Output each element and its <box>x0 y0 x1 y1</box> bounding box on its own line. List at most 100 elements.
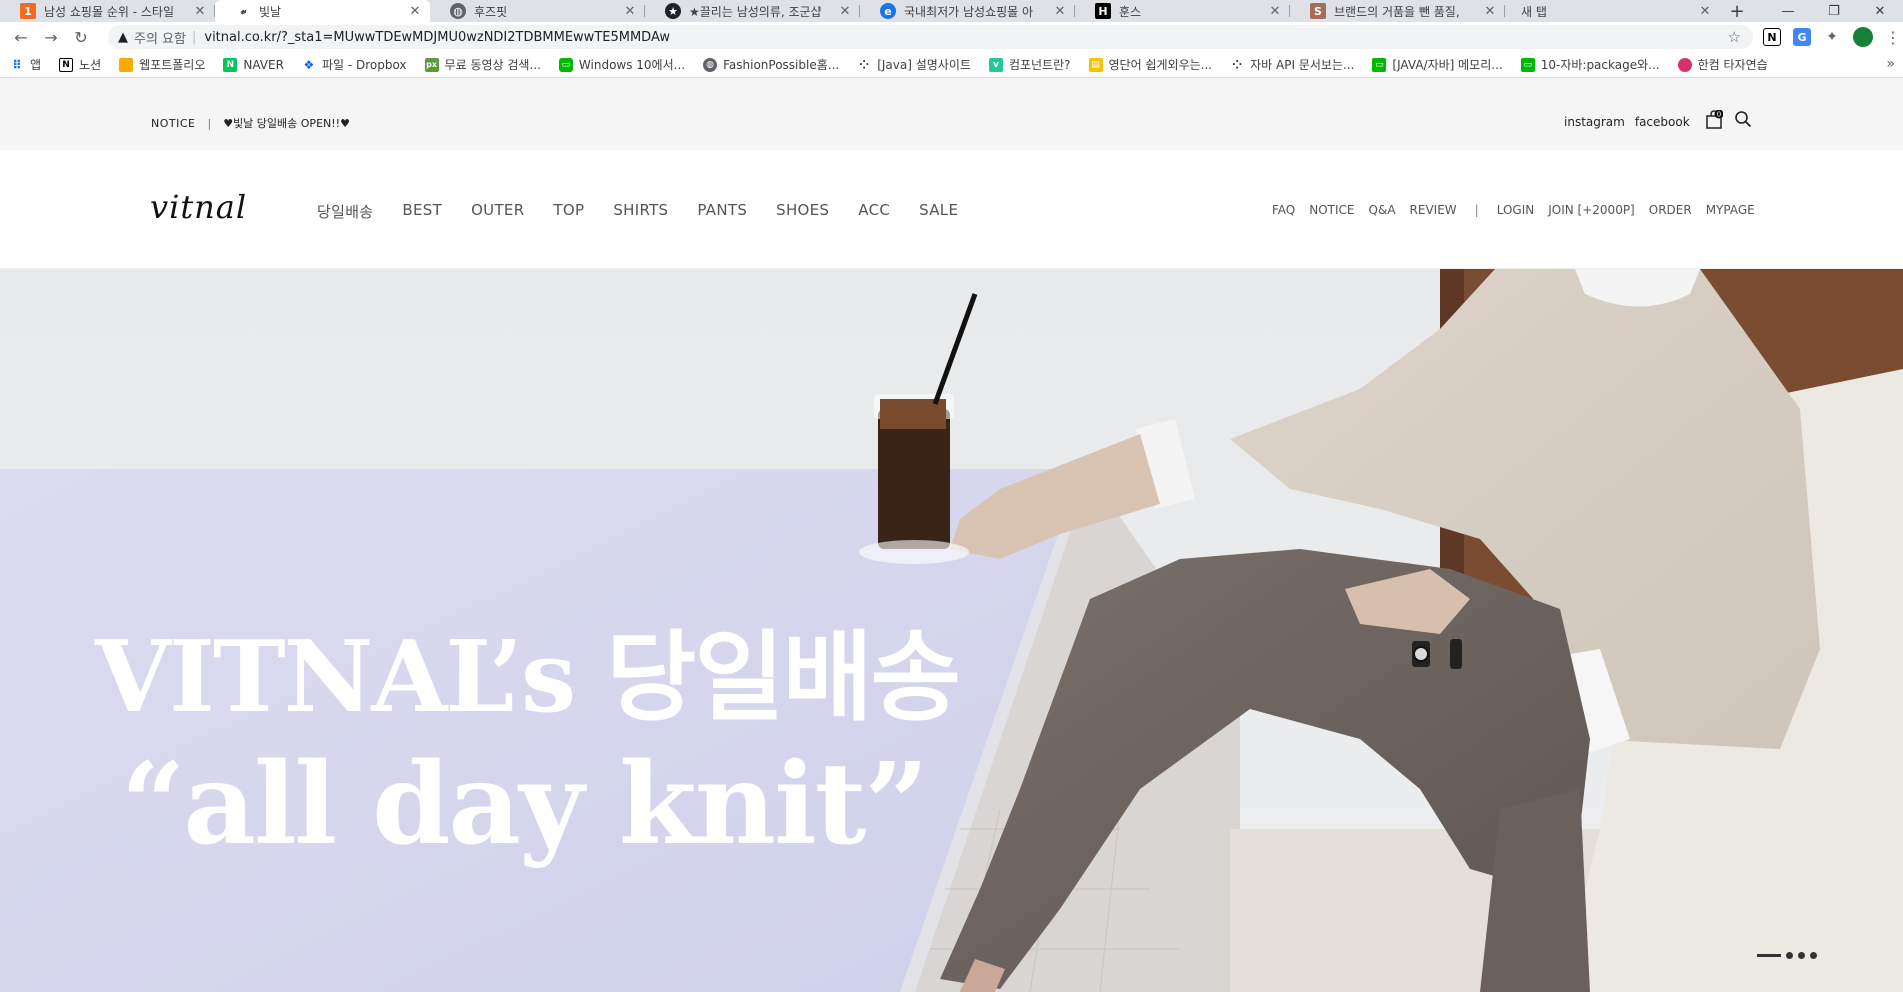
chevron-more-icon[interactable]: » <box>1886 56 1895 72</box>
tab-favicon: e <box>880 3 896 19</box>
bookmark-item[interactable]: v 컴포넌트란? <box>988 56 1071 73</box>
nav-login[interactable]: LOGIN <box>1497 203 1535 217</box>
forward-arrow-icon[interactable]: → <box>36 22 66 52</box>
nav-outer[interactable]: OUTER <box>471 201 524 222</box>
nav-best[interactable]: BEST <box>402 201 442 222</box>
nav-pants[interactable]: PANTS <box>697 201 747 222</box>
tab-title: 국내최저가 남성쇼핑몰 아 <box>904 4 1034 19</box>
close-icon[interactable]: ✕ <box>1268 4 1282 19</box>
bookmark-label: 10-자바:package와... <box>1540 58 1660 72</box>
slide-indicator-active[interactable] <box>1757 954 1781 957</box>
bookmark-item[interactable]: ⠿ 앱 <box>10 56 41 73</box>
notion-extension-icon[interactable]: N <box>1763 28 1781 46</box>
nav-same-day-delivery[interactable]: 당일배송 <box>317 201 373 222</box>
nav-shoes[interactable]: SHOES <box>776 201 829 222</box>
shopping-bag-icon[interactable]: 0 <box>1705 110 1723 130</box>
nav-top[interactable]: TOP <box>553 201 584 222</box>
bookmark-item[interactable]: ▭ 10-자바:package와... <box>1520 56 1660 73</box>
address-bar[interactable]: ▲ 주의 요함 | vitnal.co.kr/?_sta1=MUwwTDEwMD… <box>108 25 1753 49</box>
hero-line-2: “all day knit” <box>121 739 929 870</box>
bookmark-item[interactable]: 한컴 타자연습 <box>1677 56 1768 73</box>
browser-tab[interactable]: 새 탭 ✕ <box>1505 0 1720 22</box>
bookmark-label: Windows 10에서... <box>578 58 686 72</box>
bookmark-label: 파일 - Dropbox <box>321 58 407 72</box>
slide-indicator[interactable] <box>1798 952 1805 959</box>
nav-acc[interactable]: ACC <box>858 201 890 222</box>
bookmark-label: 무료 동영상 검색... <box>444 58 541 72</box>
bookmark-item[interactable]: ◍ FashionPossible홈... <box>703 56 839 73</box>
facebook-link[interactable]: facebook <box>1635 115 1690 129</box>
nav-qna[interactable]: Q&A <box>1369 203 1396 217</box>
browser-tab[interactable]: 1 남성 쇼핑몰 순위 - 스타일 ✕ <box>0 0 215 22</box>
back-arrow-icon[interactable]: ← <box>6 22 36 52</box>
browser-tab[interactable]: ★ ★끌리는 남성의류, 조군샵 ✕ <box>645 0 860 22</box>
cart-count: 0 <box>1717 111 1721 119</box>
close-icon[interactable]: ✕ <box>1483 4 1497 19</box>
warning-icon[interactable]: ▲ <box>118 30 128 45</box>
tab-title: 남성 쇼핑몰 순위 - 스타일 <box>44 4 174 19</box>
new-tab-button[interactable]: + <box>1720 0 1754 22</box>
nav-mypage[interactable]: MYPAGE <box>1706 203 1755 217</box>
nav-notice[interactable]: NOTICE <box>1309 203 1354 217</box>
tab-title: 훈스 <box>1119 4 1142 19</box>
bookmark-item[interactable]: N NAVER <box>223 57 284 72</box>
bookmark-item[interactable]: N 노션 <box>59 56 101 73</box>
browser-tab-active[interactable]: 𝓋 빛날 ✕ <box>215 0 430 22</box>
bookmark-item[interactable]: ▭ [JAVA/자바] 메모리... <box>1372 56 1503 73</box>
bookmark-label: 앱 <box>30 58 42 72</box>
browser-tab[interactable]: ◍ 후즈핏 ✕ <box>430 0 645 22</box>
browser-tab[interactable]: e 국내최저가 남성쇼핑몰 아 ✕ <box>860 0 1075 22</box>
bookmark-item[interactable]: px 무료 동영상 검색... <box>424 56 541 73</box>
site-logo[interactable]: vitnal <box>150 188 247 226</box>
close-icon[interactable]: ✕ <box>623 4 637 19</box>
bookmark-item[interactable]: ▤ 영단어 쉽게외우는... <box>1088 56 1213 73</box>
nav-review[interactable]: REVIEW <box>1410 203 1457 217</box>
browser-tab[interactable]: H 훈스 ✕ <box>1075 0 1290 22</box>
close-icon[interactable]: ✕ <box>408 4 422 19</box>
social-links: instagram facebook <box>1564 115 1690 129</box>
search-icon[interactable] <box>1734 110 1752 128</box>
close-icon[interactable]: ✕ <box>193 4 207 19</box>
bookmark-item[interactable]: ⁘ 자바 API 문서보는... <box>1230 56 1354 73</box>
security-label[interactable]: 주의 요함 <box>134 28 186 47</box>
translate-extension-icon[interactable]: G <box>1793 28 1811 46</box>
hero-banner[interactable]: VITNAL’s 당일배송 “all day knit” <box>0 269 1903 992</box>
nav-faq[interactable]: FAQ <box>1272 203 1295 217</box>
nav-order[interactable]: ORDER <box>1649 203 1692 217</box>
hero-line-1: VITNAL’s 당일배송 <box>95 620 961 735</box>
bookmark-item[interactable]: ⁘ [Java] 설명사이트 <box>857 56 971 73</box>
bookmark-star-icon[interactable]: ☆ <box>1728 28 1741 46</box>
puzzle-icon[interactable]: ✦ <box>1823 28 1841 46</box>
star-circle-icon: ★ <box>665 3 681 19</box>
notice-ticker[interactable]: NOTICE | ♥빛날 당일배송 OPEN!!♥ <box>151 115 350 131</box>
reload-icon[interactable]: ↻ <box>66 22 96 52</box>
bookmark-item[interactable]: ❖ 파일 - Dropbox <box>302 56 407 73</box>
bookmark-item[interactable]: ▭ Windows 10에서... <box>558 56 686 73</box>
restore-icon[interactable]: ❐ <box>1811 0 1857 22</box>
tab-favicon: 1 <box>20 3 36 19</box>
bookmarks-bar: ⠿ 앱 N 노션 웹포트폴리오 N NAVER ❖ 파일 - Dropbox p… <box>0 52 1903 78</box>
close-icon[interactable]: ✕ <box>838 4 852 19</box>
nav-sale[interactable]: SALE <box>919 201 958 222</box>
browser-tab[interactable]: S 브랜드의 거품을 뺀 품질, ✕ <box>1290 0 1505 22</box>
naver-icon: N <box>223 57 238 72</box>
bookmark-label: 노션 <box>79 58 102 72</box>
minimize-icon[interactable]: — <box>1765 0 1811 22</box>
nav-join[interactable]: JOIN [+2000P] <box>1548 203 1635 217</box>
menu-kebab-icon[interactable]: ⋮ <box>1885 28 1901 47</box>
instagram-link[interactable]: instagram <box>1564 115 1625 129</box>
divider: | <box>191 29 197 45</box>
close-icon[interactable]: ✕ <box>1053 4 1067 19</box>
slide-indicator[interactable] <box>1810 952 1817 959</box>
bookmark-label: 영단어 쉽게외우는... <box>1108 58 1213 72</box>
close-icon[interactable]: ✕ <box>1698 4 1712 19</box>
bookmark-item[interactable]: 웹포트폴리오 <box>119 56 205 73</box>
notice-message[interactable]: ♥빛날 당일배송 OPEN!!♥ <box>223 115 350 131</box>
url-text[interactable]: vitnal.co.kr/?_sta1=MUwwTDEwMDJMU0wzNDI2… <box>204 30 670 45</box>
close-window-icon[interactable]: ✕ <box>1857 0 1903 22</box>
browser-toolbar: ← → ↻ ▲ 주의 요함 | vitnal.co.kr/?_sta1=MUww… <box>0 22 1903 52</box>
profile-avatar[interactable] <box>1853 27 1873 47</box>
nav-shirts[interactable]: SHIRTS <box>613 201 668 222</box>
slide-indicator[interactable] <box>1786 952 1793 959</box>
bookmark-label: [Java] 설명사이트 <box>877 58 971 72</box>
